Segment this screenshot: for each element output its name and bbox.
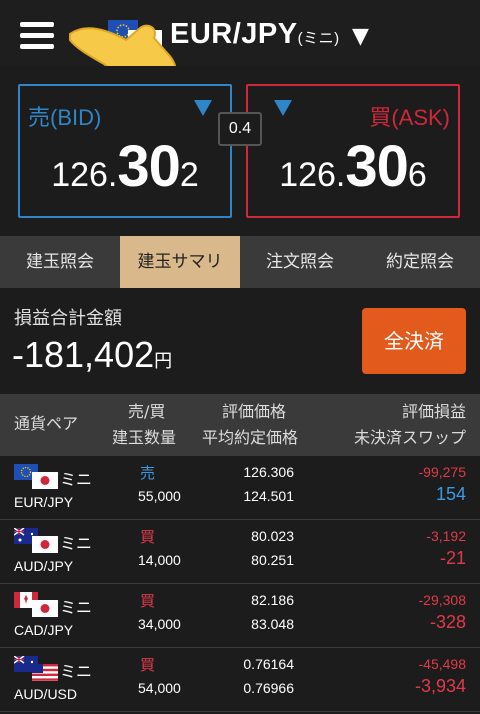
row-eval-pl: -29,308 — [418, 592, 466, 608]
row-side: 買 — [140, 528, 156, 546]
tab-bar: 建玉照会 建玉サマリ 注文照会 約定照会 — [0, 236, 480, 288]
bid-price-big: 30 — [117, 134, 181, 199]
pair-dropdown-caret-icon[interactable]: ▼ — [352, 24, 369, 49]
row-average-price: 124.501 — [243, 488, 294, 504]
row-current-price: 126.306 — [243, 464, 294, 480]
col-swap: 未決済スワップ — [353, 428, 466, 447]
table-header: 通貨ペア 売/買 建玉数量 評価価格 平均約定価格 評価損益 未決済スワップ — [0, 394, 480, 456]
pl-total-value: -181,402円 — [12, 334, 172, 376]
row-eval-pl: -3,192 — [426, 528, 466, 544]
pl-summary: 損益合計金額 -181,402円 全決済 — [0, 288, 480, 394]
row-mini-label: ミニ — [60, 598, 93, 617]
row-side: 買 — [140, 656, 156, 674]
row-average-price: 0.76966 — [243, 680, 294, 696]
ask-label: 買(ASK) — [369, 105, 450, 130]
australia-japan-flags-icon — [14, 528, 58, 553]
row-mini-label: ミニ — [60, 534, 93, 553]
col-eval-price: 評価価格 — [222, 402, 287, 421]
tab-orders[interactable]: 注文照会 — [240, 236, 360, 288]
spread-value: 0.4 — [218, 112, 262, 146]
bid-down-triangle-icon — [194, 100, 212, 116]
row-qty: 34,000 — [138, 616, 181, 632]
table-row[interactable]: ミニ AUD/JPY 買 14,000 80.023 80.251 -3,192… — [0, 520, 480, 584]
pl-total-unit: 円 — [154, 351, 173, 371]
row-qty: 54,000 — [138, 680, 181, 696]
bid-price-last: 2 — [179, 156, 199, 194]
tab-executions[interactable]: 約定照会 — [360, 236, 480, 288]
hamburger-menu-icon[interactable] — [20, 22, 54, 50]
row-average-price: 80.251 — [251, 552, 294, 568]
currency-pair-title[interactable]: EUR/JPY(ミニ) — [170, 18, 340, 51]
ask-price-last: 6 — [407, 156, 427, 194]
pl-total-label: 損益合計金額 — [14, 308, 122, 329]
row-qty: 14,000 — [138, 552, 181, 568]
pair-name: EUR/JPY — [170, 18, 298, 50]
bid-price: 126.302 — [20, 133, 230, 200]
row-pair: EUR/JPY — [14, 494, 74, 510]
position-list: ミニ EUR/JPY 売 55,000 126.306 124.501 -99,… — [0, 456, 480, 712]
col-qty: 建玉数量 — [112, 428, 177, 447]
col-pair: 通貨ペア — [14, 414, 79, 433]
row-side: 売 — [140, 464, 156, 482]
row-side: 買 — [140, 592, 156, 610]
row-eval-pl: -45,498 — [418, 656, 466, 672]
bid-label: 売(BID) — [28, 105, 102, 130]
australia-usa-flags-icon — [14, 656, 58, 681]
table-row[interactable]: ミニ CAD/JPY 買 34,000 82.186 83.048 -29,30… — [0, 584, 480, 648]
row-swap: -3,934 — [414, 676, 466, 696]
canada-japan-flags-icon — [14, 592, 58, 617]
row-swap: 154 — [435, 484, 466, 504]
tab-positions[interactable]: 建玉照会 — [0, 236, 120, 288]
bid-price-prefix: 126. — [51, 156, 118, 194]
col-avg-price: 平均約定価格 — [202, 428, 299, 447]
price-panel: 売(BID) 126.302 買(ASK) 126.306 0.4 — [0, 66, 480, 236]
row-eval-pl: -99,275 — [418, 464, 466, 480]
eu-japan-flags-icon — [14, 464, 58, 489]
col-side: 売/買 — [128, 402, 166, 421]
col-eval-pl: 評価損益 — [401, 402, 466, 421]
ask-price-box[interactable]: 買(ASK) 126.306 — [246, 84, 460, 218]
close-all-button[interactable]: 全決済 — [362, 308, 466, 374]
row-swap: -328 — [429, 612, 466, 632]
row-current-price: 80.023 — [251, 528, 294, 544]
app-header: EUR/JPY(ミニ) ▼ — [0, 0, 480, 119]
row-pair: CAD/JPY — [14, 622, 74, 638]
tab-position-summary[interactable]: 建玉サマリ — [120, 236, 240, 288]
ask-down-triangle-icon — [274, 100, 292, 116]
row-average-price: 83.048 — [251, 616, 294, 632]
ask-price-prefix: 126. — [279, 156, 346, 194]
row-mini-label: ミニ — [60, 470, 93, 489]
row-current-price: 82.186 — [251, 592, 294, 608]
row-swap: -21 — [439, 548, 466, 568]
row-pair: AUD/JPY — [14, 558, 74, 574]
ask-price: 126.306 — [248, 133, 458, 200]
ask-price-big: 30 — [345, 134, 409, 199]
pair-sub: (ミニ) — [297, 30, 340, 47]
row-mini-label: ミニ — [60, 662, 93, 681]
bid-price-box[interactable]: 売(BID) 126.302 — [18, 84, 232, 218]
row-current-price: 0.76164 — [243, 656, 294, 672]
pl-total-amount: -181,402 — [12, 334, 155, 375]
row-pair: AUD/USD — [14, 686, 78, 702]
table-row[interactable]: ミニ AUD/USD 買 54,000 0.76164 0.76966 -45,… — [0, 648, 480, 712]
row-qty: 55,000 — [138, 488, 181, 504]
table-row[interactable]: ミニ EUR/JPY 売 55,000 126.306 124.501 -99,… — [0, 456, 480, 520]
